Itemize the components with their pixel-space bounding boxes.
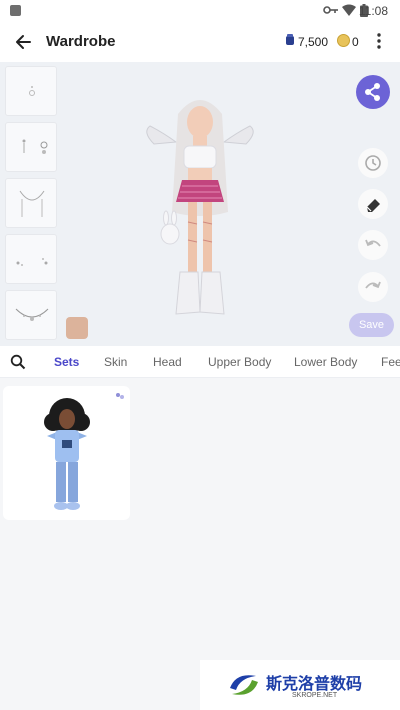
gem-icon [286,34,294,45]
notification-icon [10,5,21,16]
tab-sets[interactable]: Sets [54,355,79,369]
set-card[interactable] [3,386,130,520]
redo-button[interactable] [358,272,388,302]
back-arrow-icon[interactable] [10,28,38,56]
eraser-button[interactable] [358,189,388,219]
tab-upper-body[interactable]: Upper Body [208,355,271,369]
share-icon [365,83,380,101]
wifi-icon [342,4,356,16]
status-time: 11:08 [358,4,388,18]
tab-skin[interactable]: Skin [104,355,127,369]
accessory-slot-earrings[interactable] [5,122,57,172]
tab-head[interactable]: Head [153,355,182,369]
avatar-figure [146,100,254,315]
share-button[interactable] [356,75,390,109]
eraser-icon [366,199,380,212]
watermark-subtext: SKROPE.NET [292,692,338,699]
app-bar: Wardrobe 7,500 0 [0,22,400,62]
status-bar: 11:08 [0,0,400,22]
save-button[interactable]: Save [349,313,394,337]
accessory-slot-sparkles[interactable] [5,234,57,284]
more-vert-icon[interactable] [372,30,386,52]
watermark-text: 斯克洛普数码 [266,676,363,693]
history-button[interactable] [358,148,388,178]
watermark-logo [230,675,258,695]
search-icon[interactable] [10,354,26,370]
set-avatar-thumbnail [44,398,90,510]
multi-item-icon [116,393,124,399]
history-icon [365,155,381,171]
coins-count[interactable]: 0 [352,35,359,49]
redo-icon [365,281,381,289]
accessory-slot-necklace[interactable] [5,290,57,340]
accessory-slot-hair-clip[interactable] [5,66,57,116]
undo-icon [365,239,381,247]
tab-feet[interactable]: Fee [381,355,400,369]
skin-tone-swatch[interactable] [66,317,88,339]
key-icon [323,6,338,14]
tab-lower-body[interactable]: Lower Body [294,355,357,369]
gems-count[interactable]: 7,500 [298,35,328,49]
accessory-slot-necklace-chain[interactable] [5,178,57,228]
page-title: Wardrobe [46,33,116,50]
watermark: 斯克洛普数码 SKROPE.NET [200,660,400,710]
avatar-stage: Save [0,62,400,346]
category-tabs: Sets Skin Head Upper Body Lower Body Fee [0,346,400,378]
coin-icon [337,34,350,47]
undo-button[interactable] [358,230,388,260]
